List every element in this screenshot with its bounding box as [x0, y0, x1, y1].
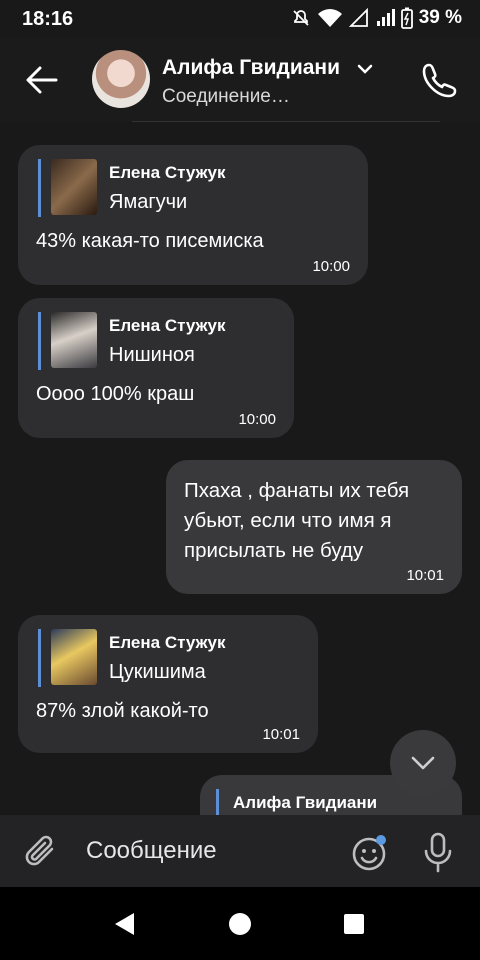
reply-author: Елена Стужук	[109, 163, 226, 182]
chevron-down-icon[interactable]	[356, 62, 374, 76]
home-nav-icon[interactable]	[228, 912, 252, 936]
reply-quote[interactable]: Елена Стужук Ямагучи	[38, 159, 350, 217]
chat-header: Алифа Гвидиани Соединение…	[0, 38, 480, 122]
avatar[interactable]	[92, 50, 150, 108]
reply-text: Нишиноя	[109, 344, 195, 366]
reply-author: Елена Стужук	[109, 316, 226, 335]
battery-icon	[400, 7, 413, 29]
message-bubble[interactable]: Елена Стужук Нишиноя Оооо 100% краш 10:0…	[18, 298, 294, 438]
chevron-down-icon	[411, 756, 435, 770]
back-nav-icon[interactable]	[112, 911, 136, 937]
signal-strong-icon	[376, 9, 395, 26]
reply-quote[interactable]: Елена Стужук Цукишима	[38, 629, 300, 687]
arrow-left-icon[interactable]	[22, 62, 62, 98]
reply-thumbnail	[51, 629, 97, 685]
message-time: 10:00	[312, 258, 350, 275]
message-bubble[interactable]: Елена Стужук Ямагучи 43% какая-то писеми…	[18, 145, 368, 285]
wifi-icon	[317, 9, 342, 27]
reply-author: Елена Стужук	[109, 633, 226, 652]
status-icons: 39 %	[291, 7, 462, 29]
message-composer: Сообщение	[0, 815, 480, 887]
message-time: 10:01	[406, 567, 444, 584]
message-input[interactable]: Сообщение	[86, 837, 217, 865]
message-bubble[interactable]: Елена Стужук Цукишима 87% злой какой-то …	[18, 615, 318, 753]
emoji-icon[interactable]	[350, 833, 390, 873]
system-navigation-bar	[0, 887, 480, 960]
phone-icon[interactable]	[420, 60, 460, 100]
recents-nav-icon[interactable]	[343, 913, 365, 935]
paperclip-icon[interactable]	[22, 833, 60, 871]
status-time: 18:16	[22, 8, 74, 30]
reply-text: Ямагучи	[109, 191, 188, 213]
reply-quote[interactable]: Елена Стужук Нишиноя	[38, 312, 276, 370]
message-text: 43% какая-то писемиска	[36, 230, 264, 252]
message-text: Пхаха , фанаты их тебя убьют, если что и…	[184, 479, 410, 562]
reply-thumbnail	[51, 159, 97, 215]
contact-name[interactable]: Алифа Гвидиани	[162, 56, 340, 80]
mute-icon	[293, 10, 309, 26]
connection-status: Соединение…	[162, 86, 290, 107]
scroll-down-button[interactable]	[390, 730, 456, 796]
message-time: 10:00	[238, 411, 276, 428]
microphone-icon[interactable]	[420, 831, 456, 873]
message-text: 87% злой какой-то	[36, 700, 209, 722]
reply-text: Цукишима	[109, 661, 206, 683]
battery-level: 39 %	[418, 7, 462, 28]
reply-thumbnail	[51, 312, 97, 368]
reply-author: Алифа Гвидиани	[233, 793, 378, 812]
signal-icon	[348, 8, 368, 27]
message-bubble[interactable]: Пхаха , фанаты их тебя убьют, если что и…	[166, 460, 462, 594]
message-time: 10:01	[262, 726, 300, 743]
message-text: Оооо 100% краш	[36, 383, 195, 405]
header-divider	[132, 121, 440, 122]
status-bar: 18:16 39 %	[0, 0, 480, 38]
